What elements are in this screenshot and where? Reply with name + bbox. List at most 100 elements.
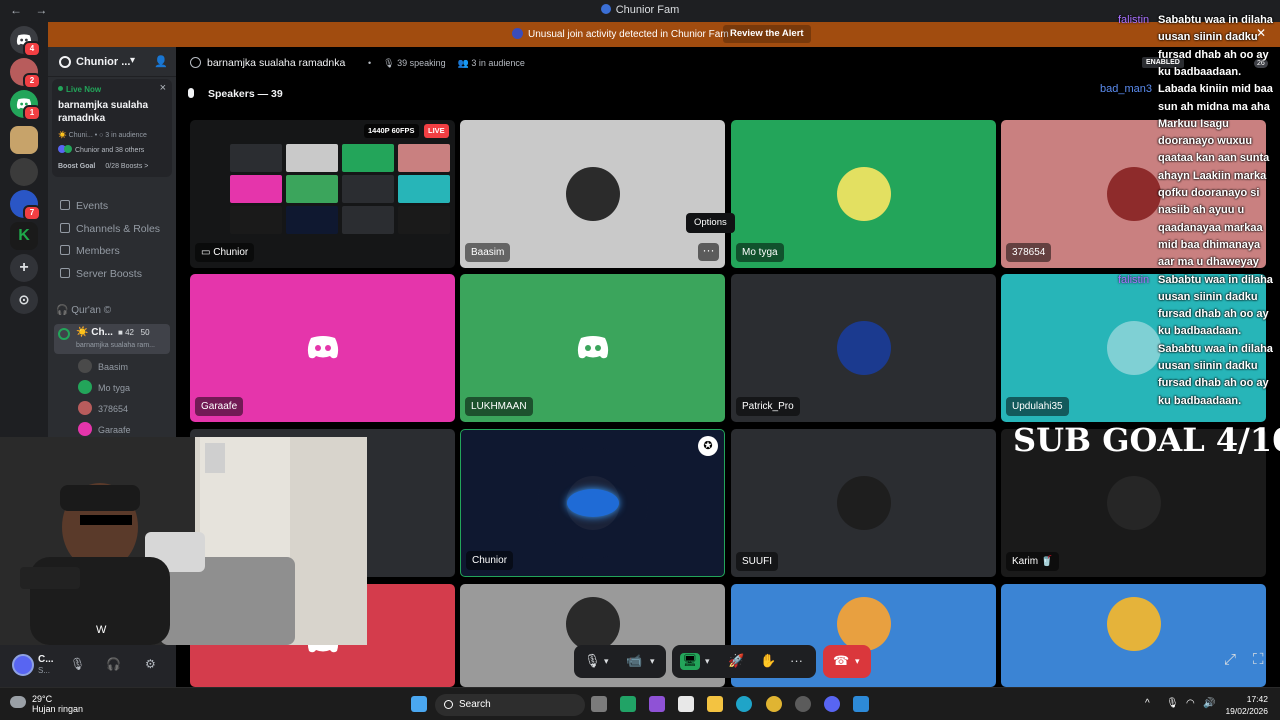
avatar xyxy=(78,380,92,394)
svg-text:W: W xyxy=(96,624,107,636)
boost-goal-label: Boost Goal xyxy=(58,163,96,170)
gear-icon[interactable]: ⚙ xyxy=(145,657,156,671)
avatar xyxy=(1106,476,1161,530)
more-options-icon[interactable]: ··· xyxy=(790,653,803,668)
avatar xyxy=(1106,597,1161,651)
chat-message-line: ku badbaadaan. xyxy=(1158,394,1242,407)
speaker-tile[interactable]: Garaafe xyxy=(190,274,455,422)
microphone-icon[interactable]: 🎙 xyxy=(1166,698,1179,709)
chevron-down-icon[interactable]: ▾ xyxy=(604,656,609,667)
chevron-down-icon[interactable]: ▾ xyxy=(855,656,860,667)
chat-message-line: dooranayo wuxuu xyxy=(1158,135,1253,148)
avatar xyxy=(64,145,72,153)
direct-messages-icon[interactable]: 4 xyxy=(10,26,41,57)
task-view-icon[interactable] xyxy=(591,696,607,712)
speaker-tile[interactable]: Patrick_Pro xyxy=(731,274,996,422)
discord-logo-icon xyxy=(307,336,338,359)
microphone-icon[interactable]: 🎙 xyxy=(584,653,601,669)
server-header[interactable]: Chunior ... ▾ 👤 xyxy=(48,47,176,77)
voice-user-name: Baasim xyxy=(98,362,129,372)
chat-message-line: sun ah midna ma aha xyxy=(1158,100,1270,113)
excel-icon[interactable] xyxy=(620,696,636,712)
preview-cell xyxy=(398,144,450,172)
speaker-tile[interactable]: Mo tyga xyxy=(731,120,996,268)
fullscreen-icon[interactable]: ⛶ xyxy=(1253,651,1264,668)
chat-message-line: fursad dhab ah oo ay xyxy=(1158,308,1269,321)
screen-share-icon[interactable]: 🖥 xyxy=(680,653,700,670)
taskbar-search[interactable]: Search xyxy=(435,694,585,716)
nav-server-boosts[interactable]: Server Boosts xyxy=(60,265,172,283)
chevron-down-icon[interactable]: ▾ xyxy=(650,656,655,667)
avatar xyxy=(836,476,891,530)
mute-mic-icon[interactable]: 🎙 xyxy=(70,657,85,671)
preview-cell xyxy=(342,144,394,172)
voice-user[interactable]: 378654 xyxy=(78,400,172,418)
clock-date: 19/02/2026 xyxy=(1225,706,1268,716)
wifi-icon[interactable]: ◠ xyxy=(1186,698,1195,709)
active-stage-channel[interactable]: ☀️ Ch... ■ 42 50 barnamjka sualaha ram..… xyxy=(54,324,170,354)
activity-icon[interactable]: 🚀 xyxy=(728,653,744,669)
server-icon[interactable]: 1 xyxy=(10,90,41,121)
nav-label: Members xyxy=(76,245,120,257)
preview-cell xyxy=(230,144,282,172)
app-icon[interactable] xyxy=(853,696,869,712)
hang-up-icon: ☎ xyxy=(833,653,850,668)
server-icon[interactable] xyxy=(10,158,38,186)
nav-members[interactable]: Members xyxy=(60,242,172,260)
speaker-tile[interactable] xyxy=(1001,584,1266,687)
nav-events[interactable]: Events xyxy=(60,197,172,215)
camera-off-icon[interactable]: 📹 xyxy=(626,653,642,669)
speaker-tile[interactable]: LUKHMAAN xyxy=(460,274,725,422)
stage-channel-title: barnamjka sualaha ramadnka xyxy=(190,57,345,69)
server-icon[interactable]: 2 xyxy=(10,58,41,89)
chat-message-line: ku badbaadaan. xyxy=(1158,325,1242,338)
preview-cell xyxy=(230,206,282,234)
sub-goal-overlay: SUB GOAL 4/10 xyxy=(1013,421,1280,459)
nav-label: Events xyxy=(76,200,109,212)
speaker-tile[interactable]: SUUFI xyxy=(731,429,996,577)
volume-icon[interactable]: 🔊 xyxy=(1203,698,1215,709)
avatar xyxy=(565,167,620,221)
voice-user[interactable]: Mo tyga xyxy=(78,379,172,397)
chevron-down-icon[interactable]: ▾ xyxy=(705,656,710,667)
popout-icon[interactable]: ⤢ xyxy=(1224,651,1236,668)
nav-label: Server Boosts xyxy=(76,268,142,280)
windows-taskbar: 29°C Hujan ringan Search ^ 🎙 ◠ 🔊 17:42 19/… xyxy=(0,687,1280,720)
discord-icon[interactable] xyxy=(824,696,840,712)
tray-chevron-icon[interactable]: ^ xyxy=(1145,698,1150,709)
speaker-tile[interactable]: ✪ Chunior xyxy=(460,429,725,577)
live-stage-card[interactable]: Live Now × barnamjka sualaha ramadnka ☀️… xyxy=(52,79,172,177)
explore-icon[interactable]: ⊙ xyxy=(10,286,38,314)
start-icon[interactable] xyxy=(411,696,427,712)
headphones-icon[interactable]: 🎧 xyxy=(106,657,121,671)
close-icon[interactable]: × xyxy=(160,82,166,94)
stage-channel-name: barnamjka sualaha ramadnka xyxy=(207,57,346,69)
chevron-down-icon[interactable]: ▾ xyxy=(130,55,135,66)
server-icon[interactable]: K xyxy=(10,222,38,250)
chrome-icon[interactable] xyxy=(766,696,782,712)
speaker-tile[interactable]: Baasim xyxy=(460,120,725,268)
avatar xyxy=(565,597,620,651)
nav-channels-roles[interactable]: Channels & Roles xyxy=(60,220,172,238)
voice-channel-quran[interactable]: 🎧 Qur'an © xyxy=(56,302,172,320)
speaker-tile[interactable]: 1440P 60FPS LIVE ▭ Chunior xyxy=(190,120,455,268)
disconnect-button[interactable]: ☎ ▾ xyxy=(823,645,871,678)
app-icon[interactable] xyxy=(649,696,665,712)
voice-user[interactable]: Baasim xyxy=(78,358,172,376)
folder-icon[interactable] xyxy=(707,696,723,712)
boost-goal[interactable]: Boost Goal 0/28 Boosts > xyxy=(58,163,148,170)
avatar[interactable] xyxy=(12,654,34,676)
raise-hand-icon[interactable]: ✋ xyxy=(760,653,776,669)
server-icon[interactable] xyxy=(10,126,38,154)
server-icon[interactable]: 7 xyxy=(10,190,41,221)
taskbar-clock[interactable]: 17:42 19/02/2026 xyxy=(1225,693,1268,717)
store-icon[interactable] xyxy=(678,696,694,712)
edge-icon[interactable] xyxy=(736,696,752,712)
review-alert-button[interactable]: Review the Alert xyxy=(723,25,811,43)
add-server-icon[interactable]: + xyxy=(10,254,38,282)
options-button[interactable]: ··· xyxy=(698,243,719,261)
invite-people-icon[interactable]: 👤 xyxy=(154,55,168,68)
voice-user-name: 378654 xyxy=(98,404,129,414)
chunior-logo-icon xyxy=(566,489,619,517)
app-icon[interactable] xyxy=(795,696,811,712)
